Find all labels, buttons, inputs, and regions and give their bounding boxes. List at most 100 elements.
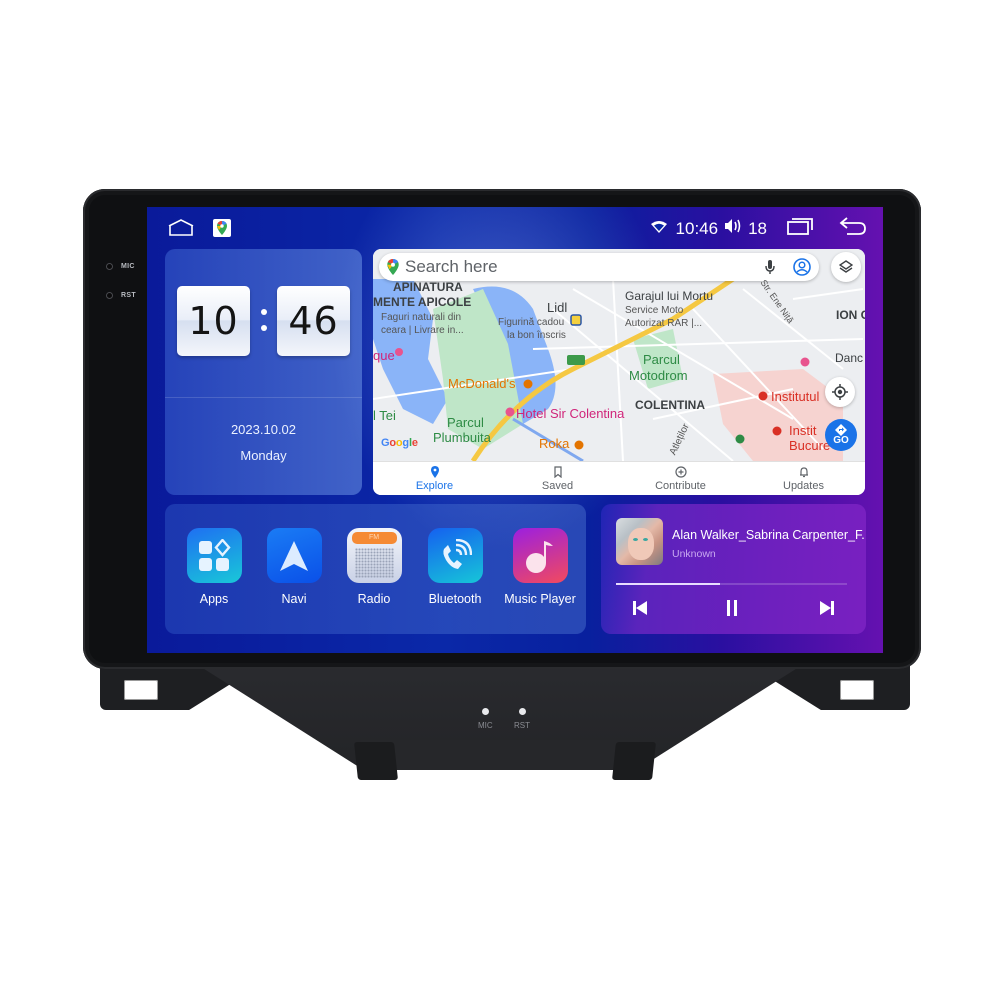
app-label: Navi	[281, 592, 307, 606]
radio-speaker-grille	[354, 548, 394, 578]
nav-explore-label: Explore	[415, 479, 454, 492]
side-reset-port[interactable]: RST	[106, 292, 136, 299]
app-bluetooth[interactable]: Bluetooth	[420, 528, 490, 606]
my-location-icon	[832, 384, 848, 400]
nav-explore[interactable]: Explore	[373, 462, 496, 495]
clock-colon	[261, 307, 267, 335]
poi-pin-green	[735, 434, 745, 444]
app-radio[interactable]: FM Radio	[339, 528, 409, 606]
add-circle-icon	[674, 465, 687, 478]
poi-pin-institutul	[758, 391, 768, 401]
map-label: Instit	[789, 423, 817, 438]
e85-shield	[567, 355, 585, 365]
side-mic-port: MIC	[106, 263, 135, 270]
map-label: ceara | Livrare in...	[381, 325, 464, 336]
google-logo: Google	[381, 437, 418, 449]
pause-icon	[727, 600, 737, 616]
bookmark-icon	[553, 465, 562, 478]
clock-weekday: Monday	[240, 448, 287, 463]
go-label: GO	[833, 435, 849, 446]
map-label: Bucure	[789, 438, 831, 453]
volume-level: 18	[748, 218, 767, 238]
map-label: APINATURA	[393, 280, 463, 294]
mic-hole	[481, 708, 489, 715]
map-label: Plumbuita	[433, 430, 491, 445]
previous-icon	[633, 601, 647, 615]
app-label: Radio	[357, 592, 391, 606]
map-bottom-nav: Explore Saved Contribute Updates	[373, 461, 865, 495]
next-icon	[820, 601, 834, 615]
chin-mic-label: MIC	[478, 721, 493, 730]
microphone-icon[interactable]	[763, 259, 777, 275]
album-art[interactable]	[616, 518, 663, 565]
map-label: Lidl	[547, 300, 568, 315]
map-label: Autorizat RAR |...	[625, 318, 703, 329]
app-navi[interactable]: Navi	[259, 528, 329, 606]
map-label: COLENTINA	[635, 398, 705, 412]
nav-contribute[interactable]: Contribute	[619, 462, 742, 495]
bluetooth-phone-icon	[427, 528, 483, 583]
fm-radio-icon: FM	[346, 528, 402, 583]
app-label: Music Player	[504, 592, 576, 606]
playback-progress-bar[interactable]	[616, 583, 847, 585]
bell-icon	[799, 466, 808, 477]
next-track-button[interactable]	[816, 597, 838, 619]
map-label: Service Moto	[625, 305, 684, 316]
go-button[interactable]: GO	[825, 419, 857, 451]
music-widget[interactable]: Alan Walker_Sabrina Carpenter_F... Unkno…	[601, 504, 866, 634]
apps-grid-icon	[186, 528, 242, 583]
map-label: Garajul lui Mortu	[625, 289, 714, 303]
nav-updates[interactable]: Updates	[742, 462, 865, 495]
app-label: Apps	[199, 592, 229, 606]
clock-minutes: 46	[277, 286, 350, 356]
track-title: Alan Walker_Sabrina Carpenter_F...	[672, 528, 864, 542]
mounting-foot-right	[612, 742, 656, 780]
reset-hole[interactable]	[106, 292, 113, 299]
chin-reset-label: RST	[514, 721, 530, 730]
chin-reset-port[interactable]: RST	[514, 708, 530, 730]
map-label: Faguri naturali din	[381, 312, 462, 323]
map-label: Parcul	[643, 352, 680, 367]
nav-saved[interactable]: Saved	[496, 462, 619, 495]
recent-apps-icon[interactable]	[787, 217, 813, 240]
google-maps-icon[interactable]	[213, 219, 231, 237]
lidl-pin	[570, 314, 582, 326]
map-label: que	[373, 348, 395, 363]
volume-icon[interactable]	[724, 218, 742, 239]
map-search-bar[interactable]: Search here	[379, 253, 819, 281]
poi-pin-roka	[574, 440, 584, 450]
status-indicators: 10:46 18	[650, 216, 867, 241]
nav-saved-label: Saved	[541, 479, 574, 492]
app-music-player[interactable]: Music Player	[500, 528, 580, 606]
album-art-face	[628, 528, 654, 560]
nav-contribute-label: Contribute	[655, 479, 706, 492]
map-search-input[interactable]: Search here	[405, 257, 757, 277]
clock-divider	[165, 397, 362, 398]
map-label: l Tei	[373, 408, 396, 423]
app-apps[interactable]: Apps	[179, 528, 249, 606]
clock-widget[interactable]: 10 46 2023.10.02 Monday	[165, 249, 362, 495]
poi-pin-instit	[772, 426, 782, 436]
side-reset-label: RST	[121, 292, 136, 299]
google-maps-widget[interactable]: Search here APINATURA MENTE APICOLE Fagu…	[373, 249, 865, 495]
map-label: la bon înscris	[507, 330, 566, 341]
map-label: Danc	[835, 351, 864, 365]
status-time: 10:46	[675, 218, 719, 238]
map-layers-button[interactable]	[831, 252, 861, 282]
google-maps-pin-icon	[387, 259, 399, 275]
map-label: Hotel Sir Colentina	[516, 406, 625, 421]
album-art-eye	[643, 538, 648, 541]
my-location-button[interactable]	[825, 377, 855, 407]
status-bar: 10:46 18	[147, 207, 883, 247]
home-icon[interactable]	[167, 219, 195, 237]
device-chin-base	[360, 740, 640, 770]
account-icon[interactable]	[793, 258, 811, 276]
reset-hole[interactable]	[518, 708, 526, 715]
wifi-icon	[650, 219, 668, 239]
back-icon[interactable]	[839, 216, 867, 241]
radio-band-label: FM	[351, 532, 397, 544]
music-note-icon	[512, 528, 568, 583]
pause-button[interactable]	[721, 597, 743, 619]
previous-track-button[interactable]	[629, 597, 651, 619]
navigation-arrow-icon	[266, 528, 322, 583]
